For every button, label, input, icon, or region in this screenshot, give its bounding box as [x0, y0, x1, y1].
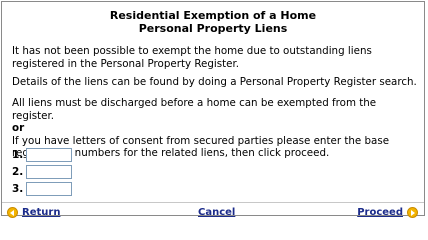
footer-divider	[2, 202, 424, 203]
title-line-2: Personal Property Liens	[138, 22, 288, 35]
registration-row-3: 3.	[12, 181, 72, 197]
proceed-label: Proceed	[357, 206, 403, 218]
proceed-link[interactable]: Proceed	[357, 205, 418, 219]
registration-row-2: 2.	[12, 164, 72, 180]
arrow-right-circle-icon	[407, 206, 418, 218]
row-label-2: 2.	[12, 166, 24, 178]
title-line-1: Residential Exemption of a Home	[109, 9, 317, 22]
or-label: or	[12, 122, 25, 134]
discharge-message: All liens must be discharged before a ho…	[12, 97, 377, 122]
lien-dialog: Residential Exemption of a Home Personal…	[1, 1, 425, 219]
outstanding-liens-message: It has not been possible to exempt the h…	[12, 45, 372, 70]
cancel-label: Cancel	[198, 206, 236, 218]
registration-number-fields: 1. 2. 3.	[12, 147, 72, 198]
registration-number-input-3[interactable]	[26, 182, 72, 196]
discharge-instructions: All liens must be discharged before a ho…	[12, 97, 418, 160]
return-link[interactable]: Return	[7, 205, 60, 219]
cancel-link[interactable]: Cancel	[198, 205, 235, 219]
arrow-left-circle-icon	[7, 206, 18, 218]
dialog-title: Residential Exemption of a Home Personal…	[2, 9, 424, 35]
registration-number-input-2[interactable]	[26, 165, 72, 179]
row-label-1: 1.	[12, 149, 24, 161]
registration-row-1: 1.	[12, 147, 72, 163]
row-label-3: 3.	[12, 183, 24, 195]
search-details-message: Details of the liens can be found by doi…	[12, 76, 417, 88]
return-label: Return	[22, 206, 61, 218]
registration-number-input-1[interactable]	[26, 148, 72, 162]
